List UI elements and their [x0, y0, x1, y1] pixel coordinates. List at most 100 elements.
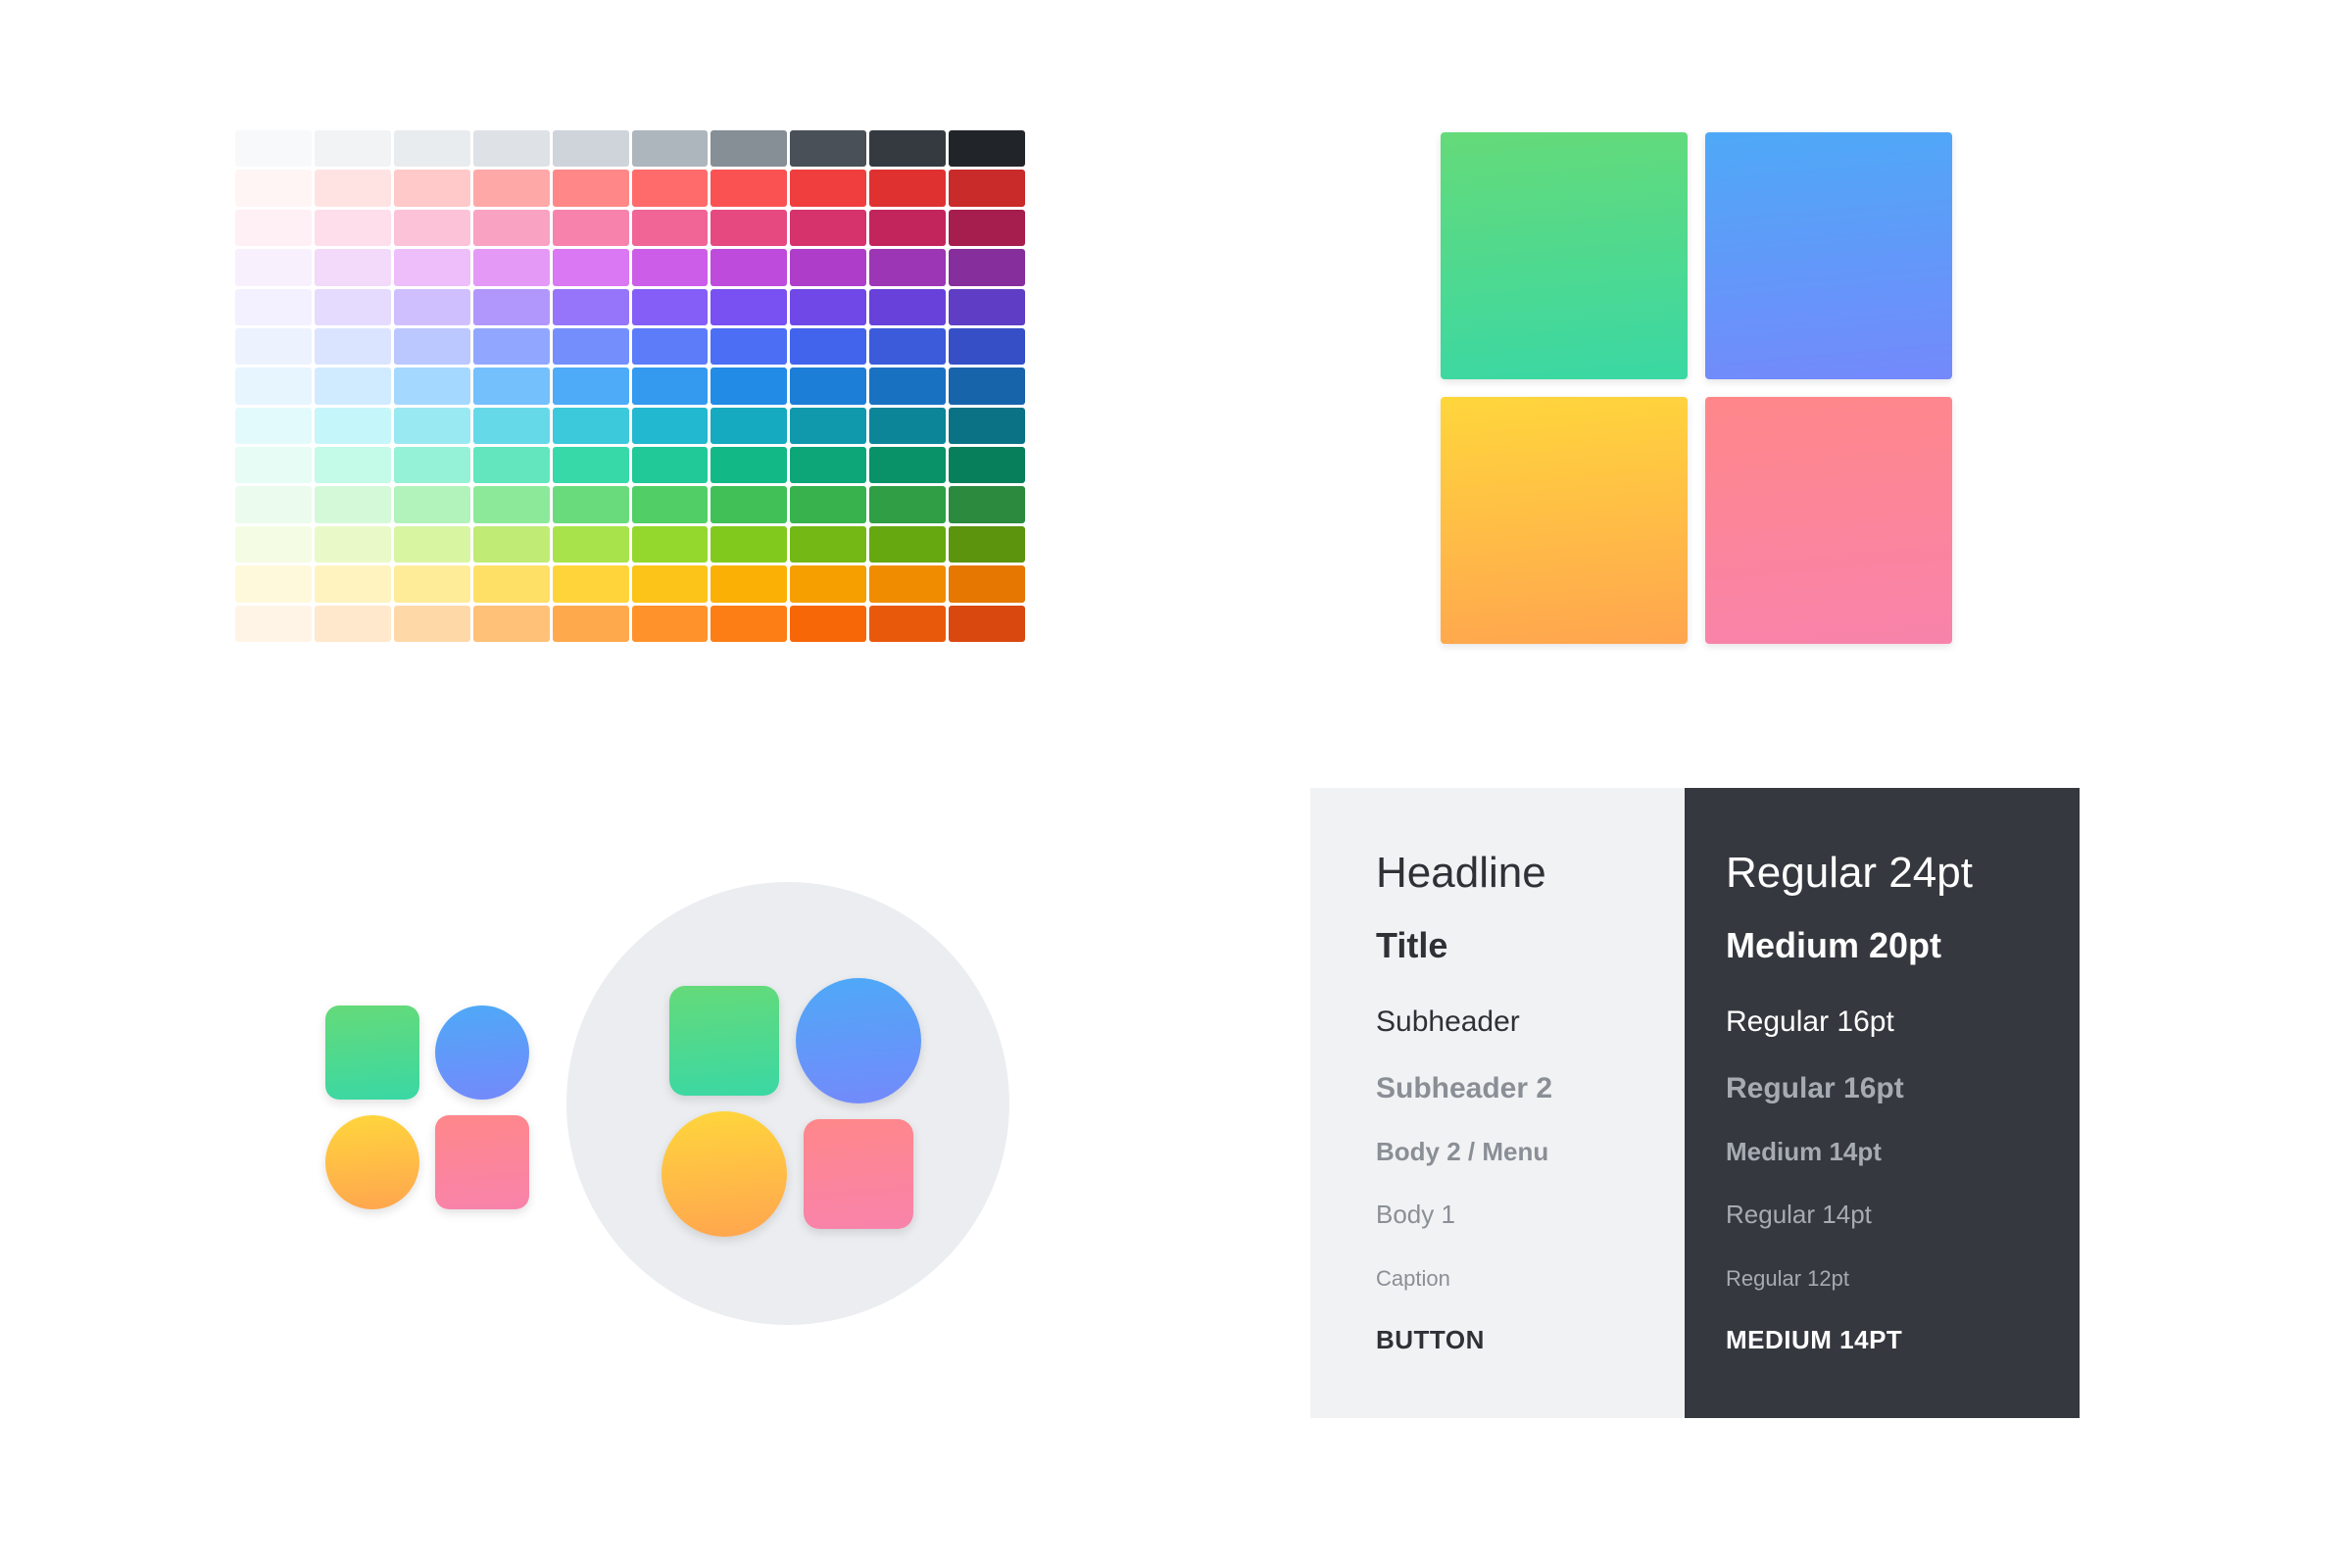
color-swatch: [949, 447, 1025, 484]
color-swatch: [631, 130, 709, 168]
color-swatch: [472, 288, 550, 325]
color-swatch: [235, 249, 312, 286]
color-swatch: [949, 288, 1025, 325]
color-swatch: [393, 407, 470, 445]
color-swatch: [235, 447, 312, 484]
color-swatch: [393, 288, 470, 325]
color-swatch: [631, 368, 709, 405]
color-swatch: [869, 209, 947, 247]
color-swatch: [472, 170, 550, 207]
color-swatch: [393, 249, 470, 286]
color-swatch: [790, 288, 867, 325]
color-swatch: [235, 130, 312, 168]
color-swatch: [631, 327, 709, 366]
color-swatch: [472, 407, 550, 445]
color-swatch: [552, 447, 629, 484]
type-name-subheader: Subheader: [1376, 1005, 1520, 1038]
color-swatch: [314, 368, 391, 405]
color-swatch: [869, 486, 947, 523]
color-swatch: [552, 525, 629, 564]
color-swatch: [552, 170, 629, 207]
color-swatch: [235, 209, 312, 247]
color-swatch: [710, 209, 788, 247]
large-blue-circle-icon: [796, 978, 921, 1103]
type-spec-caption: Regular 12pt: [1726, 1266, 1849, 1291]
color-swatch: [314, 486, 391, 523]
color-swatch: [472, 447, 550, 484]
color-swatch: [393, 209, 470, 247]
color-swatch: [869, 327, 947, 366]
color-swatch: [869, 249, 947, 286]
color-swatch: [235, 565, 312, 603]
shape-grid-circle-background: [566, 882, 1009, 1325]
small-pink-square-icon: [435, 1115, 529, 1209]
color-swatch: [949, 249, 1025, 286]
color-swatch: [552, 368, 629, 405]
type-spec-body-1: Regular 14pt: [1726, 1200, 1872, 1229]
color-swatch: [393, 130, 470, 168]
large-green-square-icon: [669, 986, 779, 1096]
type-name-button: BUTTON: [1376, 1325, 1485, 1354]
color-swatch: [393, 170, 470, 207]
color-swatch: [790, 249, 867, 286]
type-spec-subheader: Regular 16pt: [1726, 1005, 1894, 1038]
color-swatch: [710, 170, 788, 207]
color-swatch: [790, 605, 867, 642]
type-style-specs-panel: Regular 24pt Medium 20pt Regular 16pt Re…: [1685, 788, 2080, 1418]
type-spec-body-2: Medium 14pt: [1726, 1137, 1882, 1166]
color-swatch: [472, 130, 550, 168]
color-swatch: [949, 327, 1025, 366]
color-swatch: [949, 130, 1025, 168]
type-name-title: Title: [1376, 925, 1448, 965]
color-swatch: [949, 368, 1025, 405]
color-swatch: [869, 525, 947, 564]
color-swatch: [235, 368, 312, 405]
color-swatch: [710, 327, 788, 366]
gradient-tiles: [1441, 132, 1952, 644]
color-swatch: [631, 209, 709, 247]
type-name-body-2: Body 2 / Menu: [1376, 1137, 1549, 1166]
type-spec-title: Medium 20pt: [1726, 925, 1942, 965]
color-swatch: [552, 486, 629, 523]
color-swatch: [869, 170, 947, 207]
color-swatch: [949, 525, 1025, 564]
color-swatch: [710, 565, 788, 603]
large-pink-square-icon: [804, 1119, 913, 1229]
color-swatch: [710, 525, 788, 564]
color-swatch: [393, 565, 470, 603]
color-swatch: [790, 486, 867, 523]
large-yellow-circle-icon: [662, 1111, 787, 1237]
color-swatch: [631, 288, 709, 325]
type-style-names-panel: Headline Title Subheader Subheader 2 Bod…: [1310, 788, 1685, 1418]
color-palette-grid: [235, 130, 1025, 642]
color-swatch: [314, 249, 391, 286]
small-green-square-icon: [325, 1005, 419, 1100]
color-swatch: [790, 407, 867, 445]
color-swatch: [393, 525, 470, 564]
color-swatch: [314, 209, 391, 247]
color-swatch: [631, 605, 709, 642]
color-swatch: [393, 327, 470, 366]
color-swatch: [710, 605, 788, 642]
color-swatch: [710, 368, 788, 405]
yellow-gradient-tile: [1441, 397, 1688, 644]
color-swatch: [314, 170, 391, 207]
color-swatch: [472, 368, 550, 405]
color-swatch: [631, 486, 709, 523]
color-swatch: [314, 605, 391, 642]
color-swatch: [472, 249, 550, 286]
color-swatch: [790, 368, 867, 405]
color-swatch: [710, 407, 788, 445]
pink-gradient-tile: [1705, 397, 1952, 644]
color-swatch: [631, 249, 709, 286]
color-swatch: [869, 288, 947, 325]
color-swatch: [472, 525, 550, 564]
blue-gradient-tile: [1705, 132, 1952, 379]
color-swatch: [235, 605, 312, 642]
color-swatch: [631, 525, 709, 564]
color-swatch: [472, 327, 550, 366]
color-swatch: [393, 447, 470, 484]
color-swatch: [869, 605, 947, 642]
color-swatch: [869, 368, 947, 405]
color-swatch: [869, 565, 947, 603]
